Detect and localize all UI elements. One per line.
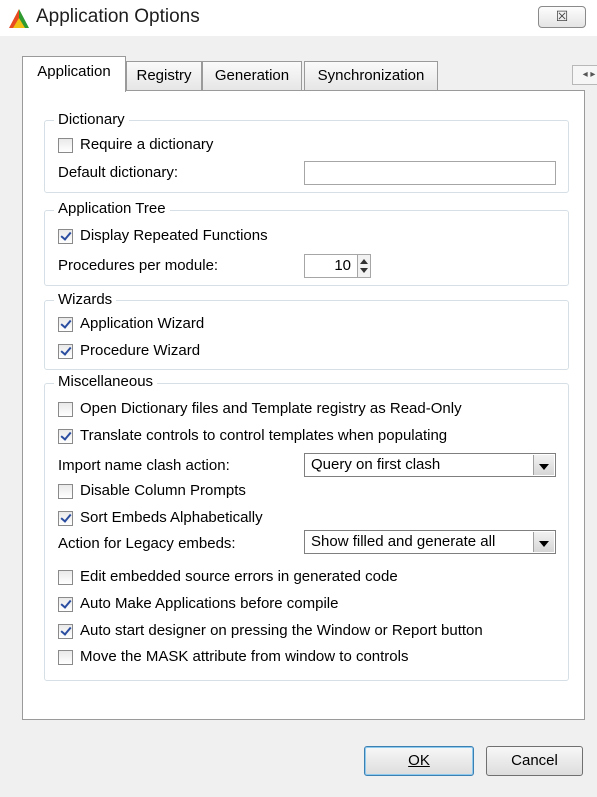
import-clash-value: Query on first clash — [311, 456, 441, 473]
default-dictionary-input[interactable] — [304, 161, 556, 185]
auto-make-label: Auto Make Applications before compile — [80, 595, 339, 612]
auto-designer-label: Auto start designer on pressing the Wind… — [80, 622, 483, 639]
default-dictionary-label: Default dictionary: — [58, 164, 179, 181]
tab-generation-label: Generation — [214, 67, 290, 84]
procedure-wizard-checkbox[interactable] — [58, 344, 73, 359]
cancel-button-label: Cancel — [511, 752, 558, 769]
cancel-button[interactable]: Cancel — [486, 746, 583, 776]
window-title: Application Options — [36, 6, 200, 27]
auto-make-checkbox[interactable] — [58, 597, 73, 612]
auto-designer-checkbox[interactable] — [58, 624, 73, 639]
tab-registry[interactable]: Registry — [126, 61, 202, 90]
dropdown-arrow-icon[interactable] — [533, 455, 554, 475]
title-bar[interactable]: Application Options ☒ — [0, 0, 597, 36]
disable-column-prompts-checkbox[interactable] — [58, 484, 73, 499]
require-dictionary-checkbox[interactable] — [58, 138, 73, 153]
tab-scroll-arrows[interactable]: ◂ ▸ — [572, 65, 597, 85]
close-icon: ☒ — [555, 8, 569, 24]
tab-registry-label: Registry — [136, 67, 192, 84]
import-clash-label: Import name clash action: — [58, 457, 230, 474]
ok-button-label: OK — [408, 752, 430, 769]
display-repeated-checkbox[interactable] — [58, 229, 73, 244]
close-button[interactable]: ☒ — [538, 6, 586, 28]
tab-strip: Application Registry Generation Synchron… — [22, 56, 597, 92]
display-repeated-label: Display Repeated Functions — [80, 227, 268, 244]
edit-errors-label: Edit embedded source errors in generated… — [80, 568, 398, 585]
app-triangle-icon — [9, 9, 29, 28]
dictionary-group-title: Dictionary — [54, 111, 129, 128]
open-readonly-checkbox[interactable] — [58, 402, 73, 417]
spin-down-icon[interactable] — [360, 268, 368, 273]
application-wizard-label: Application Wizard — [80, 315, 205, 332]
ok-button[interactable]: OK — [364, 746, 474, 776]
tab-application[interactable]: Application — [22, 56, 126, 92]
edit-errors-checkbox[interactable] — [58, 570, 73, 585]
tab-application-label: Application — [37, 63, 111, 80]
move-mask-checkbox[interactable] — [58, 650, 73, 665]
translate-controls-label: Translate controls to control templates … — [80, 427, 448, 444]
procedures-per-module-input[interactable]: 10 — [304, 254, 358, 278]
application-options-dialog: Application Options ☒ Application Regist… — [0, 0, 597, 797]
tab-scroll-icon: ◂ ▸ — [582, 69, 596, 80]
import-clash-select[interactable]: Query on first clash — [304, 453, 556, 477]
translate-controls-checkbox[interactable] — [58, 429, 73, 444]
application-tree-group-title: Application Tree — [54, 200, 170, 217]
wizards-group-title: Wizards — [54, 291, 117, 308]
move-mask-label: Move the MASK attribute from window to c… — [80, 648, 409, 665]
open-readonly-label: Open Dictionary files and Template regis… — [80, 400, 462, 417]
wizards-group — [44, 300, 569, 370]
tab-synchronization[interactable]: Synchronization — [304, 61, 438, 90]
disable-column-prompts-label: Disable Column Prompts — [80, 482, 246, 499]
dropdown-arrow-icon[interactable] — [533, 532, 554, 552]
sort-embeds-checkbox[interactable] — [58, 511, 73, 526]
miscellaneous-group-title: Miscellaneous — [54, 373, 158, 390]
tab-synchronization-label: Synchronization — [317, 67, 425, 84]
procedure-wizard-label: Procedure Wizard — [80, 342, 201, 359]
procedures-per-module-label: Procedures per module: — [58, 257, 219, 274]
tab-generation[interactable]: Generation — [202, 61, 302, 90]
legacy-embeds-select[interactable]: Show filled and generate all — [304, 530, 556, 554]
sort-embeds-label: Sort Embeds Alphabetically — [80, 509, 263, 526]
procedures-spinner[interactable] — [357, 254, 371, 278]
legacy-embeds-value: Show filled and generate all — [311, 533, 496, 550]
legacy-embeds-label: Action for Legacy embeds: — [58, 535, 236, 552]
spin-up-icon[interactable] — [360, 259, 368, 264]
require-dictionary-label: Require a dictionary — [80, 136, 214, 153]
application-wizard-checkbox[interactable] — [58, 317, 73, 332]
